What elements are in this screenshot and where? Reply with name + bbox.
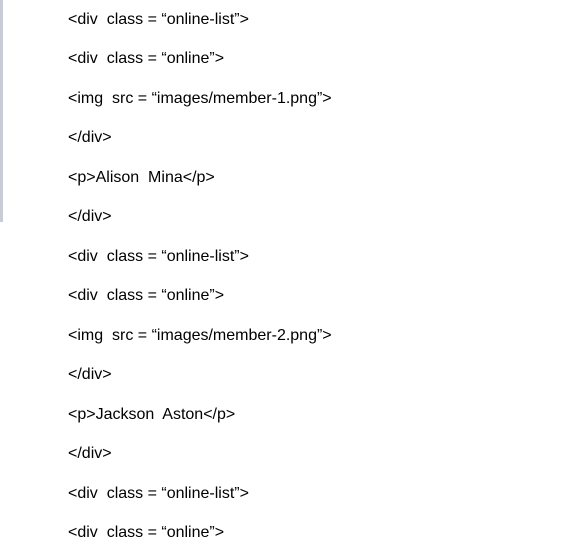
code-line: </div> <box>68 129 112 146</box>
code-line: <div class = “online-list”> <box>68 11 249 28</box>
code-line: <img src = “images/member-1.png”> <box>68 90 332 107</box>
code-line: <p>Jackson Aston</p> <box>68 406 236 423</box>
document-body: <div class = “online-list”> <div class =… <box>68 0 586 553</box>
code-line: <div class = “online”> <box>68 524 225 541</box>
code-line: </div> <box>68 445 112 462</box>
code-line: <div class = “online”> <box>68 50 225 67</box>
code-line: <div class = “online-list”> <box>68 485 249 502</box>
code-line: <div class = “online-list”> <box>68 248 249 265</box>
code-line: <img src = “images/member-2.png”> <box>68 327 332 344</box>
code-line: </div> <box>68 366 112 383</box>
page-left-edge <box>0 0 3 222</box>
code-line: </div> <box>68 208 112 225</box>
code-line: <p>Alison Mina</p> <box>68 169 215 186</box>
code-line: <div class = “online”> <box>68 287 225 304</box>
